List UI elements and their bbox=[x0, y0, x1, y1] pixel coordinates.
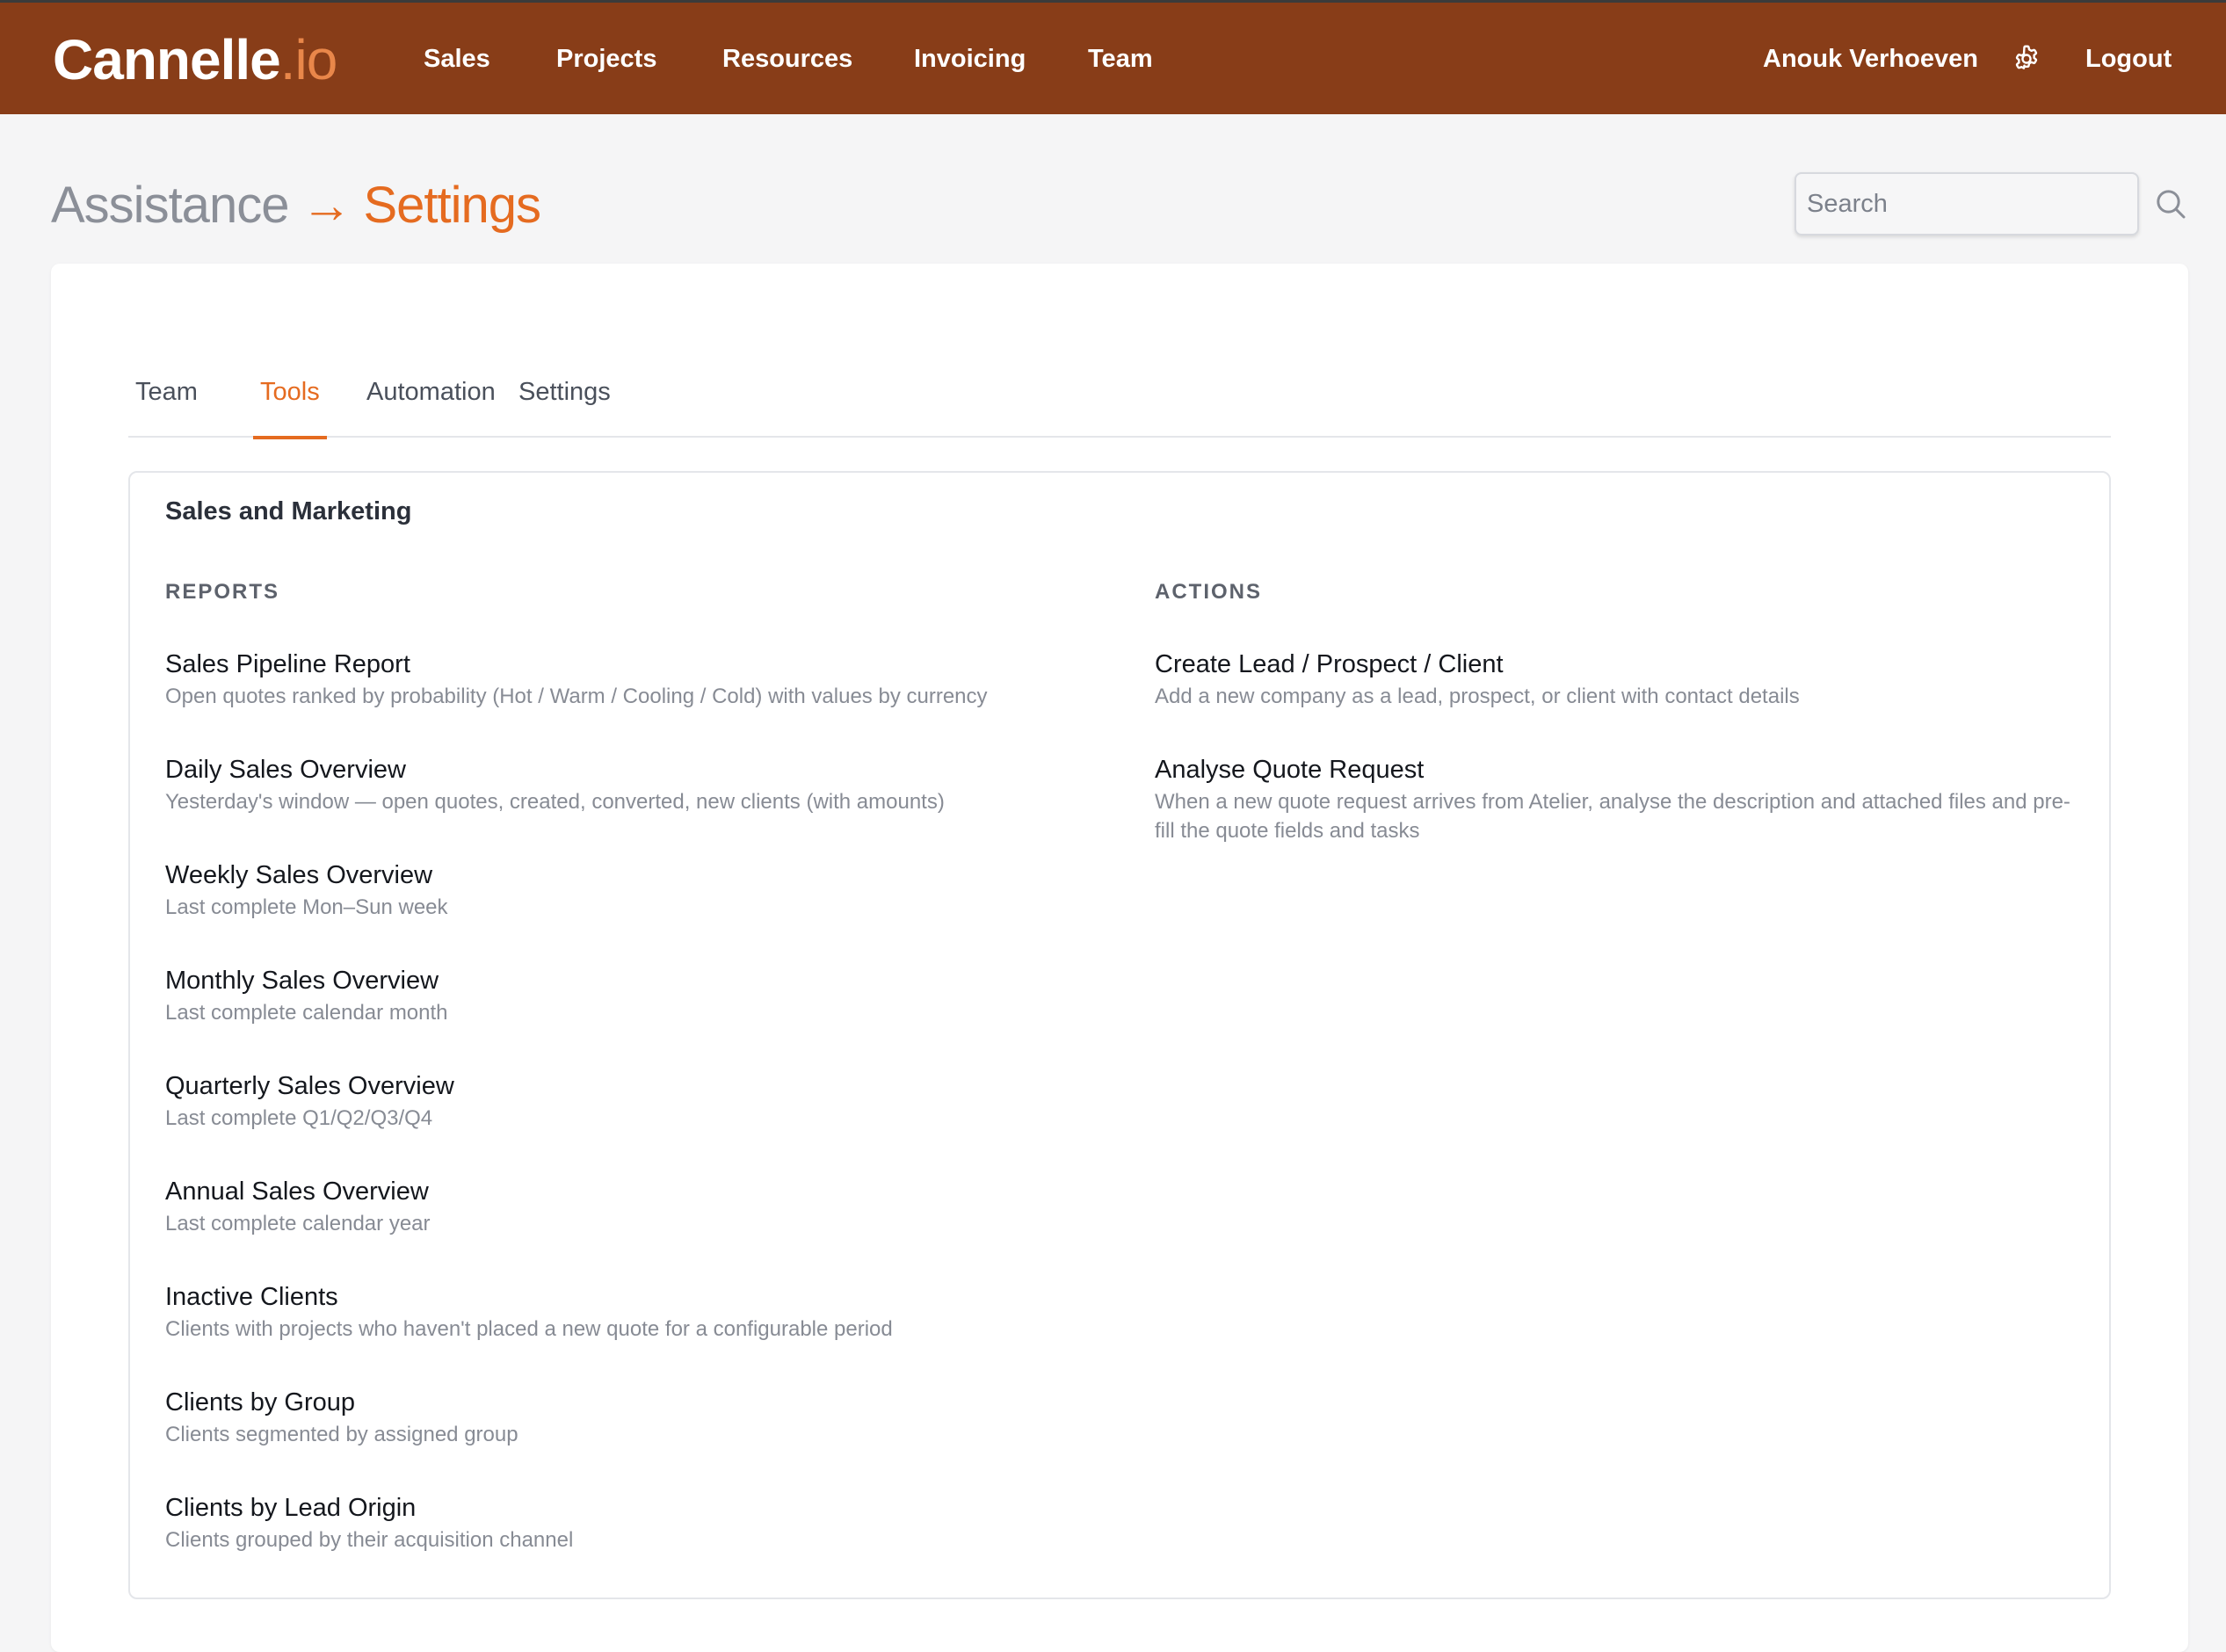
search-icon[interactable] bbox=[2153, 186, 2188, 221]
report-title: Weekly Sales Overview bbox=[165, 861, 433, 889]
report-description: Last complete calendar year bbox=[165, 1212, 431, 1235]
report-item[interactable]: Clients by Lead Origin Clients grouped b… bbox=[165, 1492, 1097, 1554]
report-title: Inactive Clients bbox=[165, 1283, 338, 1311]
reports-heading: REPORTS bbox=[165, 580, 280, 604]
brand-logo[interactable]: Cannelle.io bbox=[53, 22, 337, 98]
sales-marketing-section: Sales and Marketing REPORTS ACTIONS Sale… bbox=[128, 471, 2111, 1599]
report-title: Annual Sales Overview bbox=[165, 1177, 429, 1206]
report-item[interactable]: Annual Sales Overview Last complete cale… bbox=[165, 1176, 1097, 1238]
actions-heading: ACTIONS bbox=[1155, 580, 1262, 604]
report-title: Clients by Lead Origin bbox=[165, 1494, 417, 1522]
top-navigation-bar: Cannelle.io Sales Projects Resources Inv… bbox=[0, 0, 2226, 114]
action-description: Add a new company as a lead, prospect, o… bbox=[1155, 685, 1800, 708]
breadcrumb: Assistance → Settings bbox=[51, 172, 541, 239]
nav-sales[interactable]: Sales bbox=[424, 41, 490, 76]
action-description: When a new quote request arrives from At… bbox=[1155, 790, 2070, 843]
action-item[interactable]: Analyse Quote Request When a new quote r… bbox=[1155, 754, 2086, 845]
report-title: Clients by Group bbox=[165, 1388, 355, 1417]
tab-team[interactable]: Team bbox=[128, 360, 205, 438]
brand-name: Cannelle bbox=[53, 28, 281, 91]
report-title: Sales Pipeline Report bbox=[165, 650, 410, 678]
nav-resources[interactable]: Resources bbox=[722, 41, 852, 76]
report-item[interactable]: Daily Sales Overview Yesterday's window … bbox=[165, 754, 1097, 816]
nav-team[interactable]: Team bbox=[1088, 41, 1153, 76]
action-title: Analyse Quote Request bbox=[1155, 756, 1425, 784]
action-title: Create Lead / Prospect / Client bbox=[1155, 650, 1504, 678]
breadcrumb-arrow-icon: → bbox=[301, 177, 352, 234]
section-title: Sales and Marketing bbox=[165, 497, 412, 525]
main-card: Team Tools Automation Settings Sales and… bbox=[51, 264, 2188, 1652]
report-description: Last complete calendar month bbox=[165, 1001, 448, 1025]
report-item[interactable]: Quarterly Sales Overview Last complete Q… bbox=[165, 1070, 1097, 1133]
report-description: Last complete Q1/Q2/Q3/Q4 bbox=[165, 1106, 433, 1130]
report-description: Clients grouped by their acquisition cha… bbox=[165, 1528, 574, 1552]
report-description: Clients with projects who haven't placed… bbox=[165, 1317, 893, 1341]
report-description: Open quotes ranked by probability (Hot /… bbox=[165, 685, 988, 708]
tab-settings[interactable]: Settings bbox=[511, 360, 618, 438]
report-description: Clients segmented by assigned group bbox=[165, 1423, 518, 1446]
tab-bar: Team Tools Automation Settings bbox=[128, 360, 2111, 439]
logout-link[interactable]: Logout bbox=[2085, 41, 2172, 76]
report-item[interactable]: Sales Pipeline Report Open quotes ranked… bbox=[165, 648, 1097, 711]
report-description: Last complete Mon–Sun week bbox=[165, 895, 448, 919]
report-title: Quarterly Sales Overview bbox=[165, 1072, 454, 1100]
tab-automation[interactable]: Automation bbox=[359, 360, 503, 438]
search-input[interactable] bbox=[1795, 172, 2139, 235]
report-title: Monthly Sales Overview bbox=[165, 967, 439, 995]
brand-tld: .io bbox=[279, 28, 338, 91]
user-name-link[interactable]: Anouk Verhoeven bbox=[1763, 41, 1978, 76]
nav-invoicing[interactable]: Invoicing bbox=[914, 41, 1026, 76]
breadcrumb-root[interactable]: Assistance bbox=[51, 177, 289, 234]
report-item[interactable]: Inactive Clients Clients with projects w… bbox=[165, 1281, 1097, 1344]
report-title: Daily Sales Overview bbox=[165, 756, 406, 784]
breadcrumb-current: Settings bbox=[363, 177, 541, 234]
gear-icon[interactable] bbox=[2011, 43, 2042, 75]
tab-tools[interactable]: Tools bbox=[253, 360, 327, 439]
nav-projects[interactable]: Projects bbox=[556, 41, 656, 76]
report-item[interactable]: Monthly Sales Overview Last complete cal… bbox=[165, 965, 1097, 1027]
report-item[interactable]: Weekly Sales Overview Last complete Mon–… bbox=[165, 859, 1097, 922]
action-item[interactable]: Create Lead / Prospect / Client Add a ne… bbox=[1155, 648, 2086, 711]
report-description: Yesterday's window — open quotes, create… bbox=[165, 790, 945, 814]
report-item[interactable]: Clients by Group Clients segmented by as… bbox=[165, 1387, 1097, 1449]
